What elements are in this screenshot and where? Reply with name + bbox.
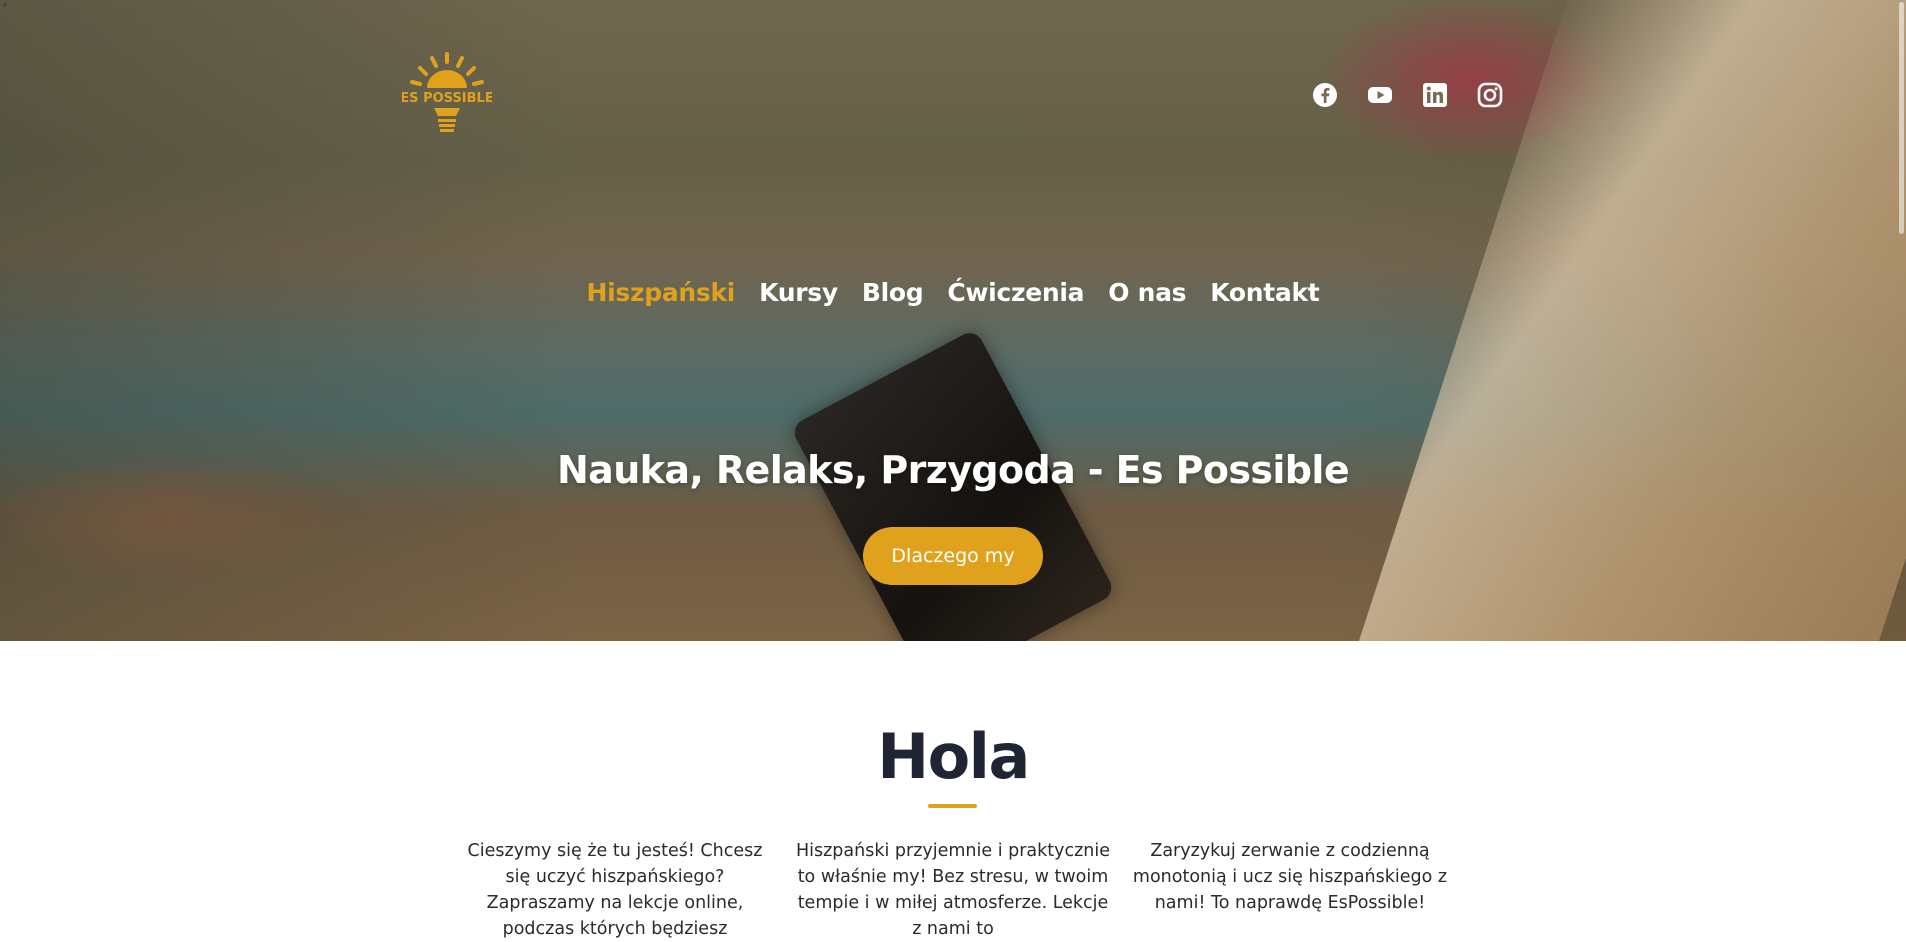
linkedin-icon[interactable] — [1422, 82, 1448, 108]
intro-column-3: Zaryzykuj zerwanie z codzienną monotonią… — [1132, 841, 1448, 913]
youtube-icon[interactable] — [1367, 82, 1393, 108]
instagram-icon[interactable] — [1477, 82, 1503, 108]
main-nav: Hiszpański Kursy Blog Ćwiczenia O nas Ko… — [0, 278, 1906, 307]
intro-column-1: Cieszymy się że tu jesteś! Chcesz się uc… — [467, 841, 763, 939]
logo[interactable]: ES POSSIBLE — [402, 52, 492, 138]
title-divider — [928, 804, 977, 808]
corner-mark: × — [2, 0, 8, 11]
why-us-button[interactable]: Dlaczego my — [863, 527, 1043, 585]
nav-item-cwiczenia[interactable]: Ćwiczenia — [947, 278, 1084, 307]
section-title: Hola — [877, 720, 1030, 793]
nav-item-blog[interactable]: Blog — [862, 278, 924, 307]
svg-text:ES POSSIBLE: ES POSSIBLE — [402, 91, 492, 106]
page-scrollbar[interactable] — [1896, 0, 1906, 915]
hero-banner: ES POSSIBLE Hiszpański Kursy Blog Ćwicze… — [0, 0, 1906, 641]
nav-item-o-nas[interactable]: O nas — [1108, 278, 1186, 307]
nav-item-kursy[interactable]: Kursy — [759, 278, 838, 307]
scrollbar-thumb[interactable] — [1899, 2, 1904, 234]
sun-bulb-icon: ES POSSIBLE — [402, 52, 492, 132]
nav-item-kontakt[interactable]: Kontakt — [1210, 278, 1320, 307]
facebook-icon[interactable] — [1312, 82, 1338, 108]
nav-item-hiszpanski[interactable]: Hiszpański — [587, 278, 736, 307]
hero-title: Nauka, Relaks, Przygoda - Es Possible — [556, 448, 1350, 492]
intro-column-2: Hiszpański przyjemnie i praktycznie to w… — [795, 841, 1111, 939]
